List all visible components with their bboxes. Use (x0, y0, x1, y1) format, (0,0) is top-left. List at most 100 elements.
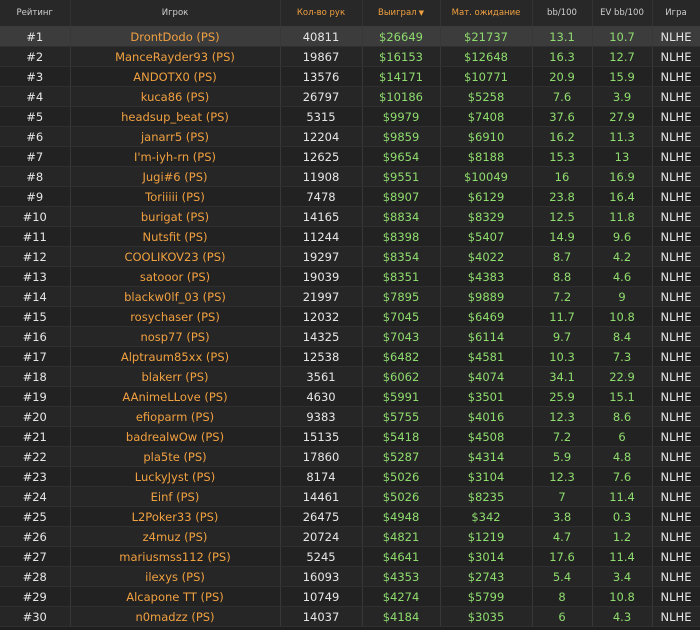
player-name-link[interactable]: Jugi#6 (PS) (70, 166, 281, 187)
table-row[interactable]: #6 janarr5 (PS) 12204 $9859 $6910 16.2 11.3 NLH… (0, 126, 700, 147)
table-row[interactable]: #28 ilexys (PS) 16093 $4353 $2743 5.4 3.4 NLHE (0, 566, 700, 587)
table-row[interactable]: #26 z4muz (PS) 20724 $4821 $1219 4.7 1.2 NLHE (0, 526, 700, 547)
player-name-link[interactable]: mariusmss112 (PS) (70, 546, 281, 567)
table-row[interactable]: #3 ANDOTX0 (PS) 13576 $14171 $10771 20.9 15.9 N… (0, 66, 700, 87)
player-name-link[interactable]: satooor (PS) (70, 266, 281, 287)
table-row[interactable]: #30 n0madzz (PS) 14037 $4184 $3035 6 4.3 NLHE (0, 606, 700, 627)
game-cell: NLHE (652, 366, 700, 387)
hands-cell: 10749 (280, 586, 363, 607)
header-player[interactable]: Игрок (70, 0, 281, 27)
player-name-link[interactable]: AAnimeLLove (PS) (70, 386, 281, 407)
ev-bb100-cell: 9 (592, 286, 653, 307)
ev-bb100-cell: 10.7 (592, 26, 653, 47)
bb100-cell: 3.8 (532, 506, 593, 527)
header-game[interactable]: Игра (652, 0, 700, 27)
header-ev-bb100[interactable]: EV bb/100 (592, 0, 653, 27)
table-row[interactable]: #9 Toriiiii (PS) 7478 $8907 $6129 23.8 16.4 NLH… (0, 186, 700, 207)
table-row[interactable]: #4 kuca86 (PS) 26797 $10186 $5258 7.6 3.9 NLHE (0, 86, 700, 107)
player-name-link[interactable]: efioparm (PS) (70, 406, 281, 427)
rank-cell: #12 (0, 246, 71, 267)
player-name-link[interactable]: ilexys (PS) (70, 566, 281, 587)
winnings-cell: $26649 (362, 26, 441, 47)
player-name-link[interactable]: kuca86 (PS) (70, 86, 281, 107)
player-name-link[interactable]: DrontDodo (PS) (70, 26, 281, 47)
table-row[interactable]: #25 L2Poker33 (PS) 26475 $4948 $342 3.8 0.3 NLH… (0, 506, 700, 527)
header-hands[interactable]: Кол-во рук (280, 0, 363, 27)
game-cell: NLHE (652, 26, 700, 47)
table-row[interactable]: #13 satooor (PS) 19039 $8351 $4383 8.8 4.6 NLHE (0, 266, 700, 287)
game-cell: NLHE (652, 386, 700, 407)
rank-cell: #16 (0, 326, 71, 347)
table-row[interactable]: #23 LuckyJyst (PS) 8174 $5026 $3104 12.3 7.6 NL… (0, 466, 700, 487)
game-cell: NLHE (652, 266, 700, 287)
winnings-cell: $7895 (362, 286, 441, 307)
table-row[interactable]: #11 Nutsfit (PS) 11244 $8398 $5407 14.9 9.6 NLH… (0, 226, 700, 247)
player-name-link[interactable]: nosp77 (PS) (70, 326, 281, 347)
table-row[interactable]: #12 COOLIKOV23 (PS) 19297 $8354 $4022 8.7 4.2 N… (0, 246, 700, 267)
rank-cell: #2 (0, 46, 71, 67)
hands-cell: 17860 (280, 446, 363, 467)
table-row[interactable]: #10 burigat (PS) 14165 $8834 $8329 12.5 11.8 NL… (0, 206, 700, 227)
ev-bb100-cell: 4.8 (592, 446, 653, 467)
table-row[interactable]: #18 blakerr (PS) 3561 $6062 $4074 34.1 22.9 NLH… (0, 366, 700, 387)
player-name-link[interactable]: blakerr (PS) (70, 366, 281, 387)
player-name-link[interactable]: blackw0lf_03 (PS) (70, 286, 281, 307)
player-name-link[interactable]: Alptraum85xx (PS) (70, 346, 281, 367)
table-row[interactable]: #17 Alptraum85xx (PS) 12538 $6482 $4581 10.3 7… (0, 346, 700, 367)
player-name-link[interactable]: badrealwOw (PS) (70, 426, 281, 447)
table-row[interactable]: #22 pla5te (PS) 17860 $5287 $4314 5.9 4.8 NLHE (0, 446, 700, 467)
table-row[interactable]: #24 Einf (PS) 14461 $5026 $8235 7 11.4 NLHE (0, 486, 700, 507)
player-name-link[interactable]: Nutsfit (PS) (70, 226, 281, 247)
ev-bb100-cell: 7.6 (592, 466, 653, 487)
ev-cell: $4022 (440, 246, 533, 267)
hands-cell: 14461 (280, 486, 363, 507)
game-cell: NLHE (652, 206, 700, 227)
player-name-link[interactable]: ANDOTX0 (PS) (70, 66, 281, 87)
hands-cell: 40811 (280, 26, 363, 47)
header-bb100[interactable]: bb/100 (532, 0, 593, 27)
hands-cell: 5245 (280, 546, 363, 567)
table-row[interactable]: #29 Alcapone TT (PS) 10749 $4274 $5799 8 10.8 N… (0, 586, 700, 607)
ev-cell: $8329 (440, 206, 533, 227)
game-cell: NLHE (652, 126, 700, 147)
player-name-link[interactable]: L2Poker33 (PS) (70, 506, 281, 527)
table-row[interactable]: #7 I'm-iyh-rn (PS) 12625 $9654 $8188 15.3 13 NL… (0, 146, 700, 167)
table-row[interactable]: #21 badrealwOw (PS) 15135 $5418 $4508 7.2 6 NLH… (0, 426, 700, 447)
table-row[interactable]: #15 rosychaser (PS) 12032 $7045 $6469 11.7 10.… (0, 306, 700, 327)
player-name-link[interactable]: burigat (PS) (70, 206, 281, 227)
player-name-link[interactable]: n0madzz (PS) (70, 606, 281, 627)
table-row[interactable]: #19 AAnimeLLove (PS) 4630 $5991 $3501 25.9 15.… (0, 386, 700, 407)
bb100-cell: 15.3 (532, 146, 593, 167)
game-cell: NLHE (652, 506, 700, 527)
header-ev[interactable]: Мат. ожидание (440, 0, 533, 27)
header-rank[interactable]: Рейтинг (0, 0, 71, 27)
player-name-link[interactable]: COOLIKOV23 (PS) (70, 246, 281, 267)
player-name-link[interactable]: janarr5 (PS) (70, 126, 281, 147)
player-name-link[interactable]: LuckyJyst (PS) (70, 466, 281, 487)
rank-cell: #5 (0, 106, 71, 127)
table-row[interactable]: #5 headsup_beat (PS) 5315 $9979 $7408 37.6 27.… (0, 106, 700, 127)
player-name-link[interactable]: rosychaser (PS) (70, 306, 281, 327)
player-name-link[interactable]: I'm-iyh-rn (PS) (70, 146, 281, 167)
player-name-link[interactable]: headsup_beat (PS) (70, 106, 281, 127)
ev-bb100-cell: 4.2 (592, 246, 653, 267)
player-name-link[interactable]: Alcapone TT (PS) (70, 586, 281, 607)
header-winnings[interactable]: Выиграл ▼ (362, 0, 441, 27)
table-row[interactable]: #2 ManceRayder93 (PS) 19867 $16153 $12648 16.… (0, 46, 700, 67)
game-cell: NLHE (652, 346, 700, 367)
table-row[interactable]: #1 DrontDodo (PS) 40811 $26649 $21737 13.1 10.… (0, 26, 700, 47)
player-name-link[interactable]: pla5te (PS) (70, 446, 281, 467)
player-name-link[interactable]: ManceRayder93 (PS) (70, 46, 281, 67)
game-cell: NLHE (652, 286, 700, 307)
ev-cell: $10771 (440, 66, 533, 87)
player-name-link[interactable]: Toriiiii (PS) (70, 186, 281, 207)
player-name-link[interactable]: Einf (PS) (70, 486, 281, 507)
table-row[interactable]: #27 mariusmss112 (PS) 5245 $4641 $3014 17.6 11… (0, 546, 700, 567)
table-row[interactable]: #8 Jugi#6 (PS) 11908 $9551 $10049 16 16.9 NLHE (0, 166, 700, 187)
table-row[interactable]: #14 blackw0lf_03 (PS) 21997 $7895 $9889 7.2 9 N… (0, 286, 700, 307)
table-row[interactable]: #16 nosp77 (PS) 14325 $7043 $6114 9.7 8.4 NLHE (0, 326, 700, 347)
hands-cell: 12204 (280, 126, 363, 147)
hands-cell: 14165 (280, 206, 363, 227)
table-row[interactable]: #20 efioparm (PS) 9383 $5755 $4016 12.3 8.6 NLH… (0, 406, 700, 427)
player-name-link[interactable]: z4muz (PS) (70, 526, 281, 547)
